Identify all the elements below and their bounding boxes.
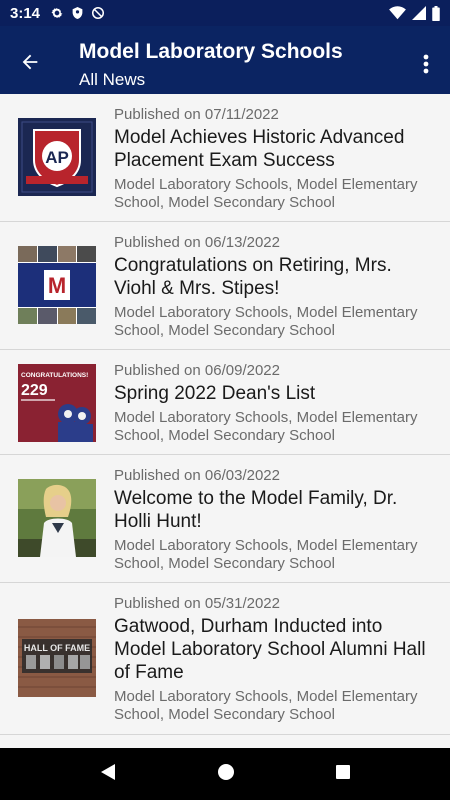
news-list[interactable]: AP Published on 07/11/2022 Model Achieve…: [0, 94, 450, 748]
news-title: Spring 2022 Dean's List: [114, 383, 316, 404]
news-date: Published on 06/13/2022: [114, 234, 280, 251]
news-item[interactable]: M Published on 06/13/2022 Congratulation…: [0, 222, 450, 350]
news-thumbnail-number: 229: [21, 382, 48, 399]
news-date: Published on 06/09/2022: [114, 362, 280, 379]
status-right-icons: [389, 5, 440, 21]
news-date: Published on 06/03/2022: [114, 467, 280, 484]
app-title: Model Laboratory Schools: [79, 40, 343, 63]
news-thumbnail: [18, 479, 96, 557]
news-title: Welcome to the Model Family, Dr. Holli H…: [114, 488, 398, 532]
news-thumbnail-label: AP: [45, 148, 69, 167]
news-title: Congratulations on Retiring, Mrs. Viohl …: [114, 255, 392, 299]
news-date: Published on 05/31/2022: [114, 595, 280, 612]
at-sign-icon: [92, 6, 105, 20]
gear-icon: [51, 8, 63, 18]
news-thumbnail: HALL OF FAME: [18, 619, 96, 697]
back-button[interactable]: [14, 46, 46, 78]
news-thumbnail: M: [18, 246, 96, 324]
news-thumbnail: AP: [18, 118, 96, 196]
news-item[interactable]: Published on 06/03/2022 Welcome to the M…: [0, 455, 450, 583]
news-item[interactable]: HALL OF FAME Published on 05/31/2022 Gat…: [0, 583, 450, 735]
news-item[interactable]: AP Published on 07/11/2022 Model Achieve…: [0, 94, 450, 222]
news-date: Published on 07/11/2022: [114, 106, 279, 123]
news-thumbnail: CONGRATULATIONS! 229: [18, 364, 96, 442]
arrow-left-icon: [22, 54, 38, 70]
nav-back-button[interactable]: [99, 763, 117, 786]
news-thumbnail-label: HALL OF FAME: [24, 643, 90, 653]
news-schools: Model Laboratory Schools, Model Elementa…: [114, 409, 418, 444]
news-schools: Model Laboratory Schools, Model Elementa…: [114, 537, 418, 572]
app-bar: Model Laboratory Schools All News: [0, 26, 450, 94]
home-circle-icon: [218, 763, 234, 780]
more-vertical-icon: [423, 54, 429, 74]
news-thumbnail-label: CONGRATULATIONS!: [21, 372, 88, 379]
status-left-icons: [50, 6, 105, 20]
battery-icon: [432, 5, 440, 21]
nav-home-button[interactable]: [217, 763, 235, 786]
status-bar: 3:14: [0, 0, 450, 26]
cellular-signal-icon: [412, 6, 426, 20]
news-schools: Model Laboratory Schools, Model Elementa…: [114, 688, 418, 723]
wifi-icon: [389, 6, 406, 20]
nav-recents-button[interactable]: [335, 764, 351, 785]
app-subtitle: All News: [79, 70, 146, 89]
overflow-menu-button[interactable]: [412, 48, 440, 80]
news-thumbnail-label: M: [48, 273, 66, 298]
news-title: Gatwood, Durham Inducted into Model Labo…: [114, 616, 426, 683]
news-schools: Model Laboratory Schools, Model Elementa…: [114, 176, 418, 211]
back-triangle-icon: [101, 763, 115, 780]
news-schools: Model Laboratory Schools, Model Elementa…: [114, 304, 418, 339]
news-title: Model Achieves Historic Advanced Placeme…: [114, 127, 405, 171]
news-item[interactable]: CONGRATULATIONS! 229 Published on 06/09/…: [0, 350, 450, 455]
shield-icon: [72, 7, 83, 19]
recents-square-icon: [336, 764, 350, 779]
status-time: 3:14: [10, 4, 41, 22]
system-nav-bar: [0, 748, 450, 800]
